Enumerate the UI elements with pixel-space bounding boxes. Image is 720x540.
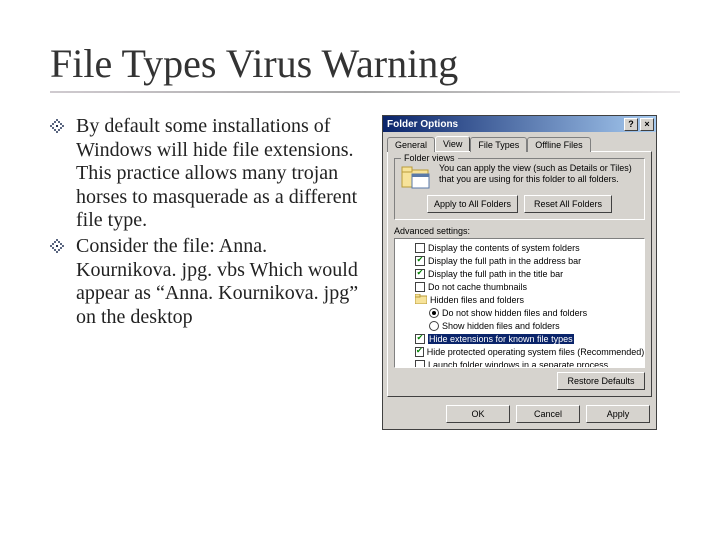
- tree-row[interactable]: Hide extensions for known file types: [397, 332, 642, 345]
- help-button[interactable]: ?: [624, 118, 638, 131]
- tab-general[interactable]: General: [387, 137, 435, 152]
- tab-view[interactable]: View: [435, 136, 470, 151]
- tree-row-label: Do not show hidden files and folders: [442, 308, 587, 318]
- tree-row-label: Hide extensions for known file types: [428, 334, 574, 344]
- checkbox-icon[interactable]: [415, 347, 424, 357]
- tree-row[interactable]: Show hidden files and folders: [397, 319, 642, 332]
- folder-icon: [401, 163, 431, 191]
- close-button[interactable]: ×: [640, 118, 654, 131]
- diamond-icon: [50, 239, 68, 253]
- dialog-title: Folder Options: [387, 119, 458, 130]
- tree-row[interactable]: Display the full path in the title bar: [397, 267, 642, 280]
- folder-views-group: Folder views You can apply the view (suc…: [394, 158, 645, 220]
- diamond-icon: [50, 119, 68, 133]
- list-item: By default some installations of Windows…: [50, 115, 370, 233]
- tree-row-label: Hide protected operating system files (R…: [427, 347, 645, 357]
- checkbox-icon[interactable]: [415, 360, 425, 369]
- group-label: Folder views: [401, 153, 458, 163]
- tree-row[interactable]: Do not cache thumbnails: [397, 280, 642, 293]
- folder-icon: [415, 294, 427, 306]
- tree-row-label: Hidden files and folders: [430, 295, 524, 305]
- titlebar[interactable]: Folder Options ? ×: [383, 116, 656, 132]
- bullet-text: By default some installations of Windows…: [76, 115, 370, 233]
- tree-row[interactable]: Launch folder windows in a separate proc…: [397, 358, 642, 368]
- bullet-list: By default some installations of Windows…: [50, 115, 370, 430]
- checkbox-icon[interactable]: [415, 256, 425, 266]
- tree-row-label: Display the full path in the address bar: [428, 256, 581, 266]
- cancel-button[interactable]: Cancel: [516, 405, 580, 423]
- tree-row-label: Show hidden files and folders: [442, 321, 560, 331]
- tree-row[interactable]: Hidden files and folders: [397, 293, 642, 306]
- restore-defaults-button[interactable]: Restore Defaults: [557, 372, 645, 390]
- folder-views-text: You can apply the view (such as Details …: [439, 163, 638, 186]
- apply-all-folders-button[interactable]: Apply to All Folders: [427, 195, 518, 213]
- checkbox-icon[interactable]: [415, 282, 425, 292]
- advanced-settings-label: Advanced settings:: [394, 226, 645, 236]
- tree-row-label: Launch folder windows in a separate proc…: [428, 360, 608, 369]
- checkbox-icon[interactable]: [415, 334, 425, 344]
- advanced-settings-list[interactable]: Display the contents of system folders Di…: [394, 238, 645, 368]
- slide-title: File Types Virus Warning: [50, 40, 680, 87]
- tree-row-label: Do not cache thumbnails: [428, 282, 527, 292]
- tree-row[interactable]: Display the full path in the address bar: [397, 254, 642, 267]
- tree-row[interactable]: Hide protected operating system files (R…: [397, 345, 642, 358]
- list-item: Consider the file: Anna. Kournikova. jpg…: [50, 235, 370, 329]
- radio-icon[interactable]: [429, 308, 439, 318]
- tree-row-label: Display the contents of system folders: [428, 243, 580, 253]
- tree-row[interactable]: Do not show hidden files and folders: [397, 306, 642, 319]
- tree-row-label: Display the full path in the title bar: [428, 269, 563, 279]
- apply-button[interactable]: Apply: [586, 405, 650, 423]
- checkbox-icon[interactable]: [415, 243, 425, 253]
- tab-offline-files[interactable]: Offline Files: [527, 137, 590, 152]
- folder-options-dialog: Folder Options ? × General View File Typ…: [382, 115, 657, 430]
- tab-panel-view: Folder views You can apply the view (suc…: [387, 151, 652, 397]
- title-underline: [50, 91, 680, 93]
- ok-button[interactable]: OK: [446, 405, 510, 423]
- tree-row[interactable]: Display the contents of system folders: [397, 241, 642, 254]
- bullet-text: Consider the file: Anna. Kournikova. jpg…: [76, 235, 370, 329]
- radio-icon[interactable]: [429, 321, 439, 331]
- reset-all-folders-button[interactable]: Reset All Folders: [524, 195, 612, 213]
- tab-file-types[interactable]: File Types: [470, 137, 527, 152]
- tabs: General View File Types Offline Files: [383, 132, 656, 151]
- checkbox-icon[interactable]: [415, 269, 425, 279]
